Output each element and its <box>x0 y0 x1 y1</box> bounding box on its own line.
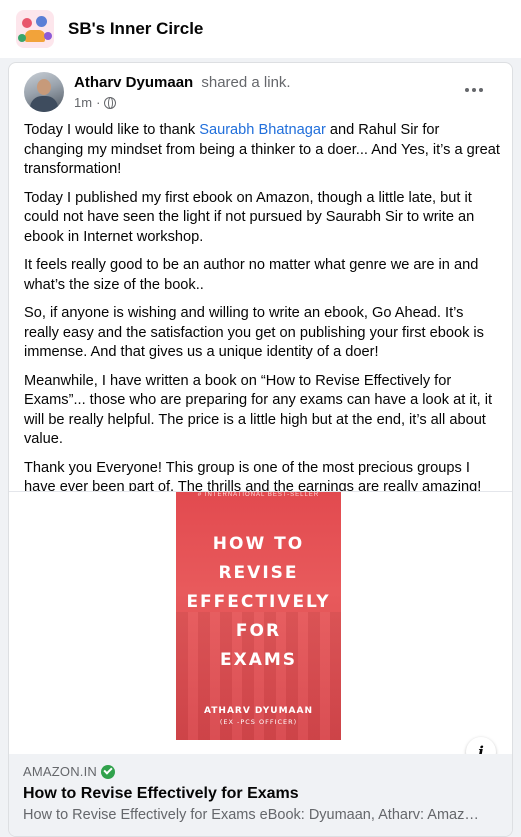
book-author-subtitle: (EX -PCS OFFICER) <box>219 718 298 726</box>
mention-link[interactable]: Saurabh Bhatnagar <box>199 122 326 138</box>
post-paragraph: Meanwhile, I have written a book on “How… <box>24 372 493 448</box>
post-meta: 1m · <box>74 95 117 110</box>
meta-separator: · <box>96 95 101 110</box>
shared-link-text: shared a link. <box>201 74 291 91</box>
post-card: Atharv Dyumaan shared a link. 1m · Today… <box>8 62 513 837</box>
globe-icon[interactable] <box>104 96 117 109</box>
post-paragraph: So, if anyone is wishing and willing to … <box>24 305 484 360</box>
preview-description: How to Revise Effectively for Exams eBoo… <box>23 807 479 823</box>
more-horizontal-icon <box>465 88 469 92</box>
post-paragraph: Today I published my first ebook on Amaz… <box>24 189 475 245</box>
group-header: SB's Inner Circle <box>0 0 521 58</box>
source-domain: AMAZON.IN <box>23 764 116 779</box>
post-paragraph: Today I would like to thank Saurabh Bhat… <box>24 122 500 177</box>
book-title: HOW TO REVISE EFFECTIVELY FOR EXAMS <box>186 534 331 670</box>
post-header: Atharv Dyumaan shared a link. 1m · <box>24 72 500 116</box>
post-text: Today I would like to thank Saurabh Bhat… <box>24 121 500 507</box>
preview-footer[interactable]: AMAZON.IN How to Revise Effectively for … <box>9 754 512 836</box>
post-time[interactable]: 1m <box>74 95 92 110</box>
group-name[interactable]: SB's Inner Circle <box>68 19 203 39</box>
verified-check-icon <box>101 764 116 779</box>
preview-image[interactable]: # INTERNATIONAL BEST-SELLER HOW TO REVIS… <box>9 492 512 767</box>
group-cover-icon[interactable] <box>16 10 54 48</box>
more-options-button[interactable] <box>458 78 490 102</box>
author-name[interactable]: Atharv Dyumaan <box>74 74 193 91</box>
book-author: ATHARV DYUMAAN <box>204 706 313 716</box>
author-line: Atharv Dyumaan shared a link. <box>74 74 291 91</box>
post-paragraph: It feels really good to be an author no … <box>24 257 479 293</box>
link-preview[interactable]: # INTERNATIONAL BEST-SELLER HOW TO REVIS… <box>9 491 512 836</box>
book-cover-image[interactable]: # INTERNATIONAL BEST-SELLER HOW TO REVIS… <box>176 492 341 740</box>
avatar[interactable] <box>24 72 64 112</box>
book-badge-text: # INTERNATIONAL BEST-SELLER <box>197 492 320 498</box>
preview-title[interactable]: How to Revise Effectively for Exams <box>23 785 299 803</box>
